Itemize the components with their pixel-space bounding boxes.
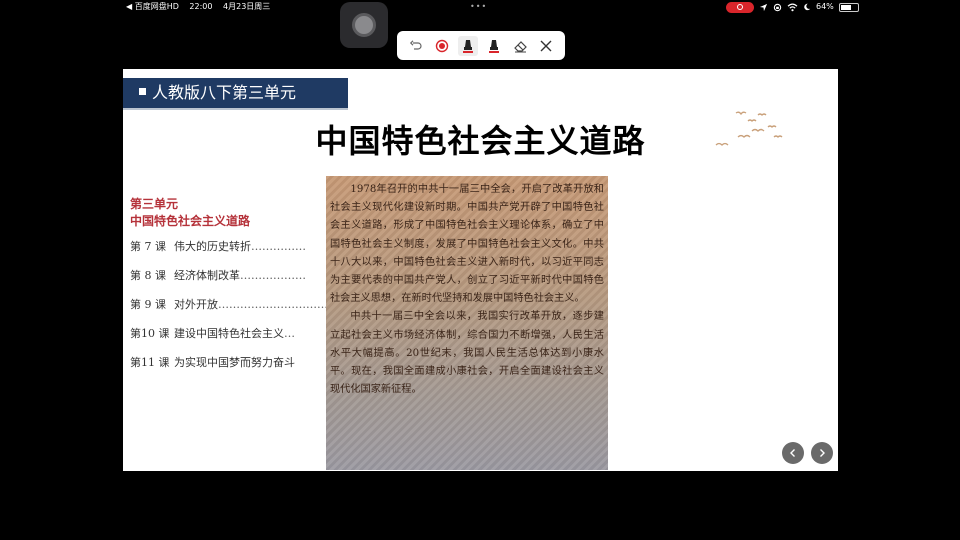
flying-birds-decoration — [715, 111, 783, 146]
toc-item: 第11 课为实现中国梦而努力奋斗 — [130, 356, 295, 369]
toc-unit-title: 中国特色社会主义道路 — [130, 214, 251, 228]
undo-icon[interactable] — [406, 36, 426, 56]
battery-percent: 64% — [816, 2, 834, 11]
wifi-icon — [787, 3, 798, 11]
highlighter-icon[interactable] — [484, 36, 504, 56]
record-icon[interactable] — [432, 36, 452, 56]
screen-recording-indicator[interactable] — [726, 1, 754, 13]
page-paragraph-1: 1978年召开的中共十一届三中全会，开启了改革开放和社会主义现代化建设新时期。中… — [330, 184, 604, 305]
chevron-right-icon — [820, 449, 825, 457]
table-of-contents: 第三单元 中国特色社会主义道路 第 7 课伟大的历史转折…………… 第 8 课经… — [130, 196, 330, 381]
location-icon — [759, 3, 768, 11]
page-paragraph-2: 中共十一届三中全会以来，我国实行改革开放，逐步建立起社会主义市场经济体制，综合国… — [330, 311, 604, 396]
rotation-lock-icon — [773, 3, 782, 11]
annotation-toolbar — [397, 31, 565, 60]
banner-underline — [123, 108, 348, 110]
toc-item: 第 8 课经济体制改革……………… — [130, 269, 306, 282]
floating-record-button[interactable] — [340, 2, 388, 48]
unit-banner: 人教版八下第三单元 — [123, 78, 348, 108]
presentation-slide: 人教版八下第三单元 中国特色社会主义道路 第三单元 中国特色社会主义道路 第 7… — [123, 69, 838, 471]
banner-text: 人教版八下第三单元 — [152, 83, 297, 102]
status-time: 22:00 — [189, 2, 213, 11]
battery-icon — [838, 2, 859, 12]
toc-item: 第10 课建设中国特色社会主义… — [130, 327, 295, 340]
do-not-disturb-icon — [804, 3, 811, 11]
multitask-dots-icon[interactable]: ••• — [470, 0, 487, 14]
previous-slide-button[interactable] — [782, 442, 804, 464]
toc-item: 第 7 课伟大的历史转折…………… — [130, 240, 306, 253]
close-icon[interactable] — [536, 36, 556, 56]
status-date: 4月23日周三 — [223, 2, 271, 11]
toc-item: 第 9 课对外开放………………………… — [130, 298, 328, 311]
back-to-app[interactable]: ◀ 百度网盘HD — [126, 2, 179, 11]
eraser-icon[interactable] — [510, 36, 530, 56]
chevron-left-icon — [790, 449, 795, 457]
textbook-page-image: 1978年召开的中共十一届三中全会，开启了改革开放和社会主义现代化建设新时期。中… — [326, 176, 608, 470]
next-slide-button[interactable] — [811, 442, 833, 464]
pen-icon[interactable] — [458, 35, 478, 56]
toc-unit-label: 第三单元 — [130, 197, 179, 211]
status-bar: ◀ 百度网盘HD 22:00 4月23日周三 ••• 64% — [0, 0, 960, 14]
